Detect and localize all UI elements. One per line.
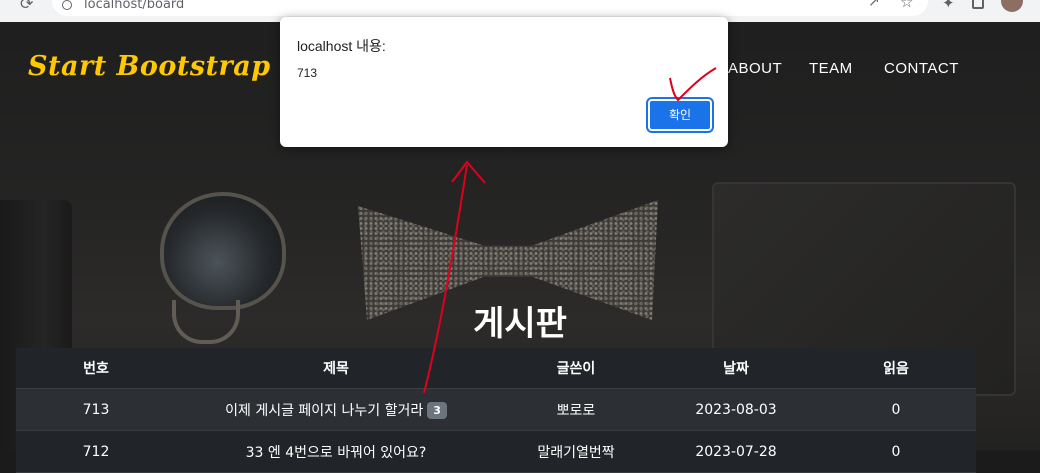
nav-item-team[interactable]: TEAM	[809, 60, 853, 77]
header-date: 날짜	[656, 348, 816, 389]
side-panel-icon[interactable]	[972, 0, 984, 9]
star-icon[interactable]: ☆	[900, 0, 913, 11]
header-views: 읽음	[816, 348, 976, 389]
info-icon[interactable]	[62, 0, 72, 10]
post-title-link[interactable]: 이제 게시글 페이지 나누기 할거라	[225, 403, 423, 419]
post-title-link[interactable]: 33 엔 4번으로 바꿔어 있어요?	[246, 445, 427, 461]
post-date: 2023-08-03	[656, 388, 816, 431]
comment-count-badge: 3	[427, 401, 447, 419]
table-header-row: 번호 제목 글쓴이 날짜 읽음	[16, 348, 976, 389]
url-text[interactable]: localhost/board	[84, 0, 184, 11]
header-number: 번호	[16, 348, 176, 389]
dialog-message: 713	[297, 66, 318, 80]
address-bar[interactable]: localhost/board	[52, 0, 928, 16]
post-number: 712	[16, 430, 176, 473]
navbar-brand[interactable]: Start Bootstrap	[28, 51, 271, 82]
post-number: 713	[16, 388, 176, 431]
ok-button[interactable]: 확인	[648, 99, 712, 131]
dialog-title: localhost 내용:	[297, 38, 386, 54]
post-views: 0	[816, 430, 976, 473]
extensions-icon[interactable]: ✦	[942, 0, 955, 12]
post-title-cell: 이제 게시글 페이지 나누기 할거라 3	[176, 388, 496, 431]
board-table: 번호 제목 글쓴이 날짜 읽음 713 이제 게시글 페이지 나누기 할거라 3 …	[16, 348, 976, 473]
post-author: 뽀로로	[496, 388, 656, 431]
table-row[interactable]: 712 33 엔 4번으로 바꿔어 있어요? 말래기열번짝 2023-07-28…	[16, 430, 976, 473]
nav-item-contact[interactable]: CONTACT	[884, 60, 959, 77]
header-title: 제목	[176, 348, 496, 389]
profile-avatar[interactable]	[1001, 0, 1023, 12]
post-date: 2023-07-28	[656, 430, 816, 473]
header-author: 글쓴이	[496, 348, 656, 389]
table-row[interactable]: 713 이제 게시글 페이지 나누기 할거라 3 뽀로로 2023-08-03 0	[16, 388, 976, 431]
post-author: 말래기열번짝	[496, 430, 656, 473]
post-views: 0	[816, 388, 976, 431]
page-title: 게시판	[473, 304, 567, 344]
post-title-cell: 33 엔 4번으로 바꿔어 있어요?	[176, 430, 496, 473]
nav-item-about[interactable]: ABOUT	[728, 60, 782, 77]
alert-dialog: localhost 내용: 713 확인	[280, 17, 728, 147]
share-icon[interactable]: ↗	[868, 0, 880, 10]
reload-icon[interactable]: ⟳	[20, 0, 33, 13]
